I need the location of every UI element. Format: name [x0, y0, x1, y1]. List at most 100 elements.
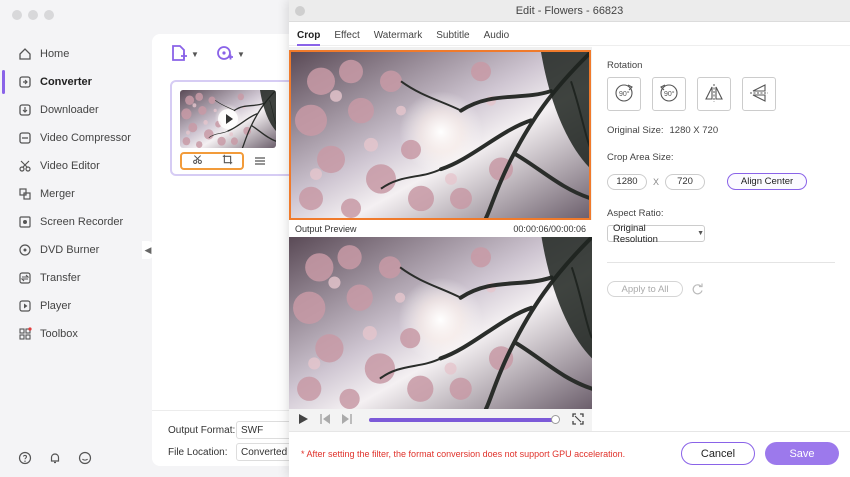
edit-window-title: Edit - Flowers - 66823 [515, 5, 624, 17]
sidebar-item-toolbox[interactable]: Toolbox [0, 320, 148, 348]
edit-tabs: Crop Effect Watermark Subtitle Audio [289, 22, 850, 46]
aspect-ratio-select[interactable]: Original Resolution ▼ [607, 222, 705, 245]
output-settings: Output Format: SWF File Location: Conver… [152, 410, 302, 466]
trim-scissors-icon[interactable] [192, 154, 203, 168]
add-files-button[interactable]: ▼ [170, 44, 199, 65]
chevron-down-icon: ▼ [191, 50, 199, 59]
chevron-down-icon: ▼ [237, 50, 245, 59]
sidebar-item-screen-recorder[interactable]: Screen Recorder [0, 208, 148, 236]
crop-height-input[interactable]: 720 [665, 173, 706, 190]
play-icon[interactable] [218, 109, 238, 129]
svg-text:90°: 90° [619, 90, 630, 98]
save-button[interactable]: Save [765, 442, 839, 465]
crop-icon[interactable] [222, 154, 233, 168]
original-size-label: Original Size: [607, 125, 664, 136]
previous-frame-icon[interactable] [319, 413, 331, 428]
rotate-counterclockwise-90-icon: 90° [658, 82, 680, 107]
tab-watermark[interactable]: Watermark [374, 30, 423, 45]
fullscreen-icon[interactable] [572, 412, 584, 428]
effects-list-icon[interactable] [254, 155, 266, 167]
sidebar-item-dvd-burner[interactable]: DVD Burner [0, 236, 148, 264]
file-location-label: File Location: [168, 446, 228, 458]
edit-window-titlebar: Edit - Flowers - 66823 [289, 0, 850, 22]
sidebar-item-video-compressor[interactable]: Video Compressor [0, 124, 148, 152]
tab-subtitle[interactable]: Subtitle [436, 30, 469, 45]
rotate-right-button[interactable]: 90° [607, 77, 641, 111]
tab-audio[interactable]: Audio [484, 30, 510, 45]
sidebar-item-label: DVD Burner [40, 244, 100, 256]
chevron-down-icon: ▼ [697, 230, 704, 237]
transfer-icon [18, 271, 32, 285]
crop-area-inputs: 1280 X 720 Align Center [607, 173, 835, 190]
seek-bar-progress [369, 418, 556, 422]
reset-icon[interactable] [691, 283, 704, 296]
close-dot[interactable] [12, 10, 22, 20]
tab-crop[interactable]: Crop [297, 30, 321, 46]
gpu-warning: * After setting the filter, the format c… [301, 449, 626, 459]
minimize-dot[interactable] [28, 10, 38, 20]
settings-divider [607, 262, 835, 263]
aspect-ratio-value: Original Resolution [613, 222, 658, 245]
crop-preview[interactable] [289, 50, 591, 220]
playback-controls [289, 409, 592, 431]
cancel-button[interactable]: Cancel [681, 442, 755, 465]
sidebar-item-transfer[interactable]: Transfer [0, 264, 148, 292]
play-icon[interactable] [297, 413, 309, 428]
sidebar-item-label: Screen Recorder [40, 216, 124, 228]
crop-area-label: Crop Area Size: [607, 152, 674, 163]
feedback-icon[interactable] [78, 451, 92, 465]
sidebar-item-home[interactable]: Home [0, 40, 148, 68]
flip-vertical-icon [748, 82, 770, 107]
sidebar-item-merger[interactable]: Merger [0, 180, 148, 208]
apply-to-all-button[interactable]: Apply to All [607, 281, 683, 297]
timecode: 00:00:06/00:00:06 [513, 223, 586, 234]
seek-bar-handle[interactable] [551, 415, 560, 424]
close-window-button[interactable] [295, 6, 305, 16]
aspect-ratio-label: Aspect Ratio: [607, 208, 664, 219]
crop-width-input[interactable]: 1280 [607, 173, 647, 190]
file-location-select[interactable]: Converted [236, 443, 296, 461]
video-thumbnail[interactable] [180, 90, 276, 148]
flip-vertical-button[interactable] [742, 77, 776, 111]
output-format-select[interactable]: SWF [236, 421, 296, 439]
rotate-clockwise-90-icon: 90° [613, 82, 635, 107]
player-icon [18, 299, 32, 313]
output-preview-label: Output Preview [295, 223, 357, 234]
sidebar-item-converter[interactable]: Converter [0, 68, 148, 96]
original-size-value: 1280 X 720 [669, 125, 719, 136]
file-card[interactable] [170, 80, 300, 176]
toolbox-icon [18, 327, 32, 341]
seek-bar[interactable] [369, 415, 560, 424]
sidebar-item-label: Video Compressor [40, 132, 131, 144]
edit-window-footer: * After setting the filter, the format c… [289, 431, 850, 477]
add-dvd-button[interactable]: ▼ [216, 44, 245, 65]
sidebar-item-label: Merger [40, 188, 75, 200]
help-icon[interactable] [18, 451, 32, 465]
file-location-row: File Location: Converted [168, 443, 296, 461]
svg-text:90°: 90° [664, 90, 675, 98]
converter-icon [18, 75, 32, 89]
sidebar-item-video-editor[interactable]: Video Editor [0, 152, 148, 180]
next-frame-icon[interactable] [341, 413, 353, 428]
output-format-row: Output Format: SWF [168, 421, 296, 439]
bell-icon[interactable] [48, 451, 62, 465]
sidebar-item-label: Transfer [40, 272, 81, 284]
output-preview [289, 237, 592, 409]
rotate-left-button[interactable]: 90° [652, 77, 686, 111]
rotation-buttons: 90° 90° [607, 77, 835, 111]
sidebar-item-player[interactable]: Player [0, 292, 148, 320]
sidebar-item-label: Toolbox [40, 328, 78, 340]
zoom-dot[interactable] [44, 10, 54, 20]
sidebar: Home Converter Downloader Video Compress… [0, 0, 148, 477]
output-format-label: Output Format: [168, 424, 236, 436]
screen-recorder-icon [18, 215, 32, 229]
align-center-button[interactable]: Align Center [727, 173, 808, 190]
flip-horizontal-button[interactable] [697, 77, 731, 111]
sidebar-nav: Home Converter Downloader Video Compress… [0, 40, 148, 348]
sidebar-item-downloader[interactable]: Downloader [0, 96, 148, 124]
tab-effect[interactable]: Effect [334, 30, 359, 45]
chevron-left-icon: ◀ [144, 244, 152, 255]
downloader-icon [18, 103, 32, 117]
sidebar-item-label: Downloader [40, 104, 99, 116]
disc-icon [18, 243, 32, 257]
